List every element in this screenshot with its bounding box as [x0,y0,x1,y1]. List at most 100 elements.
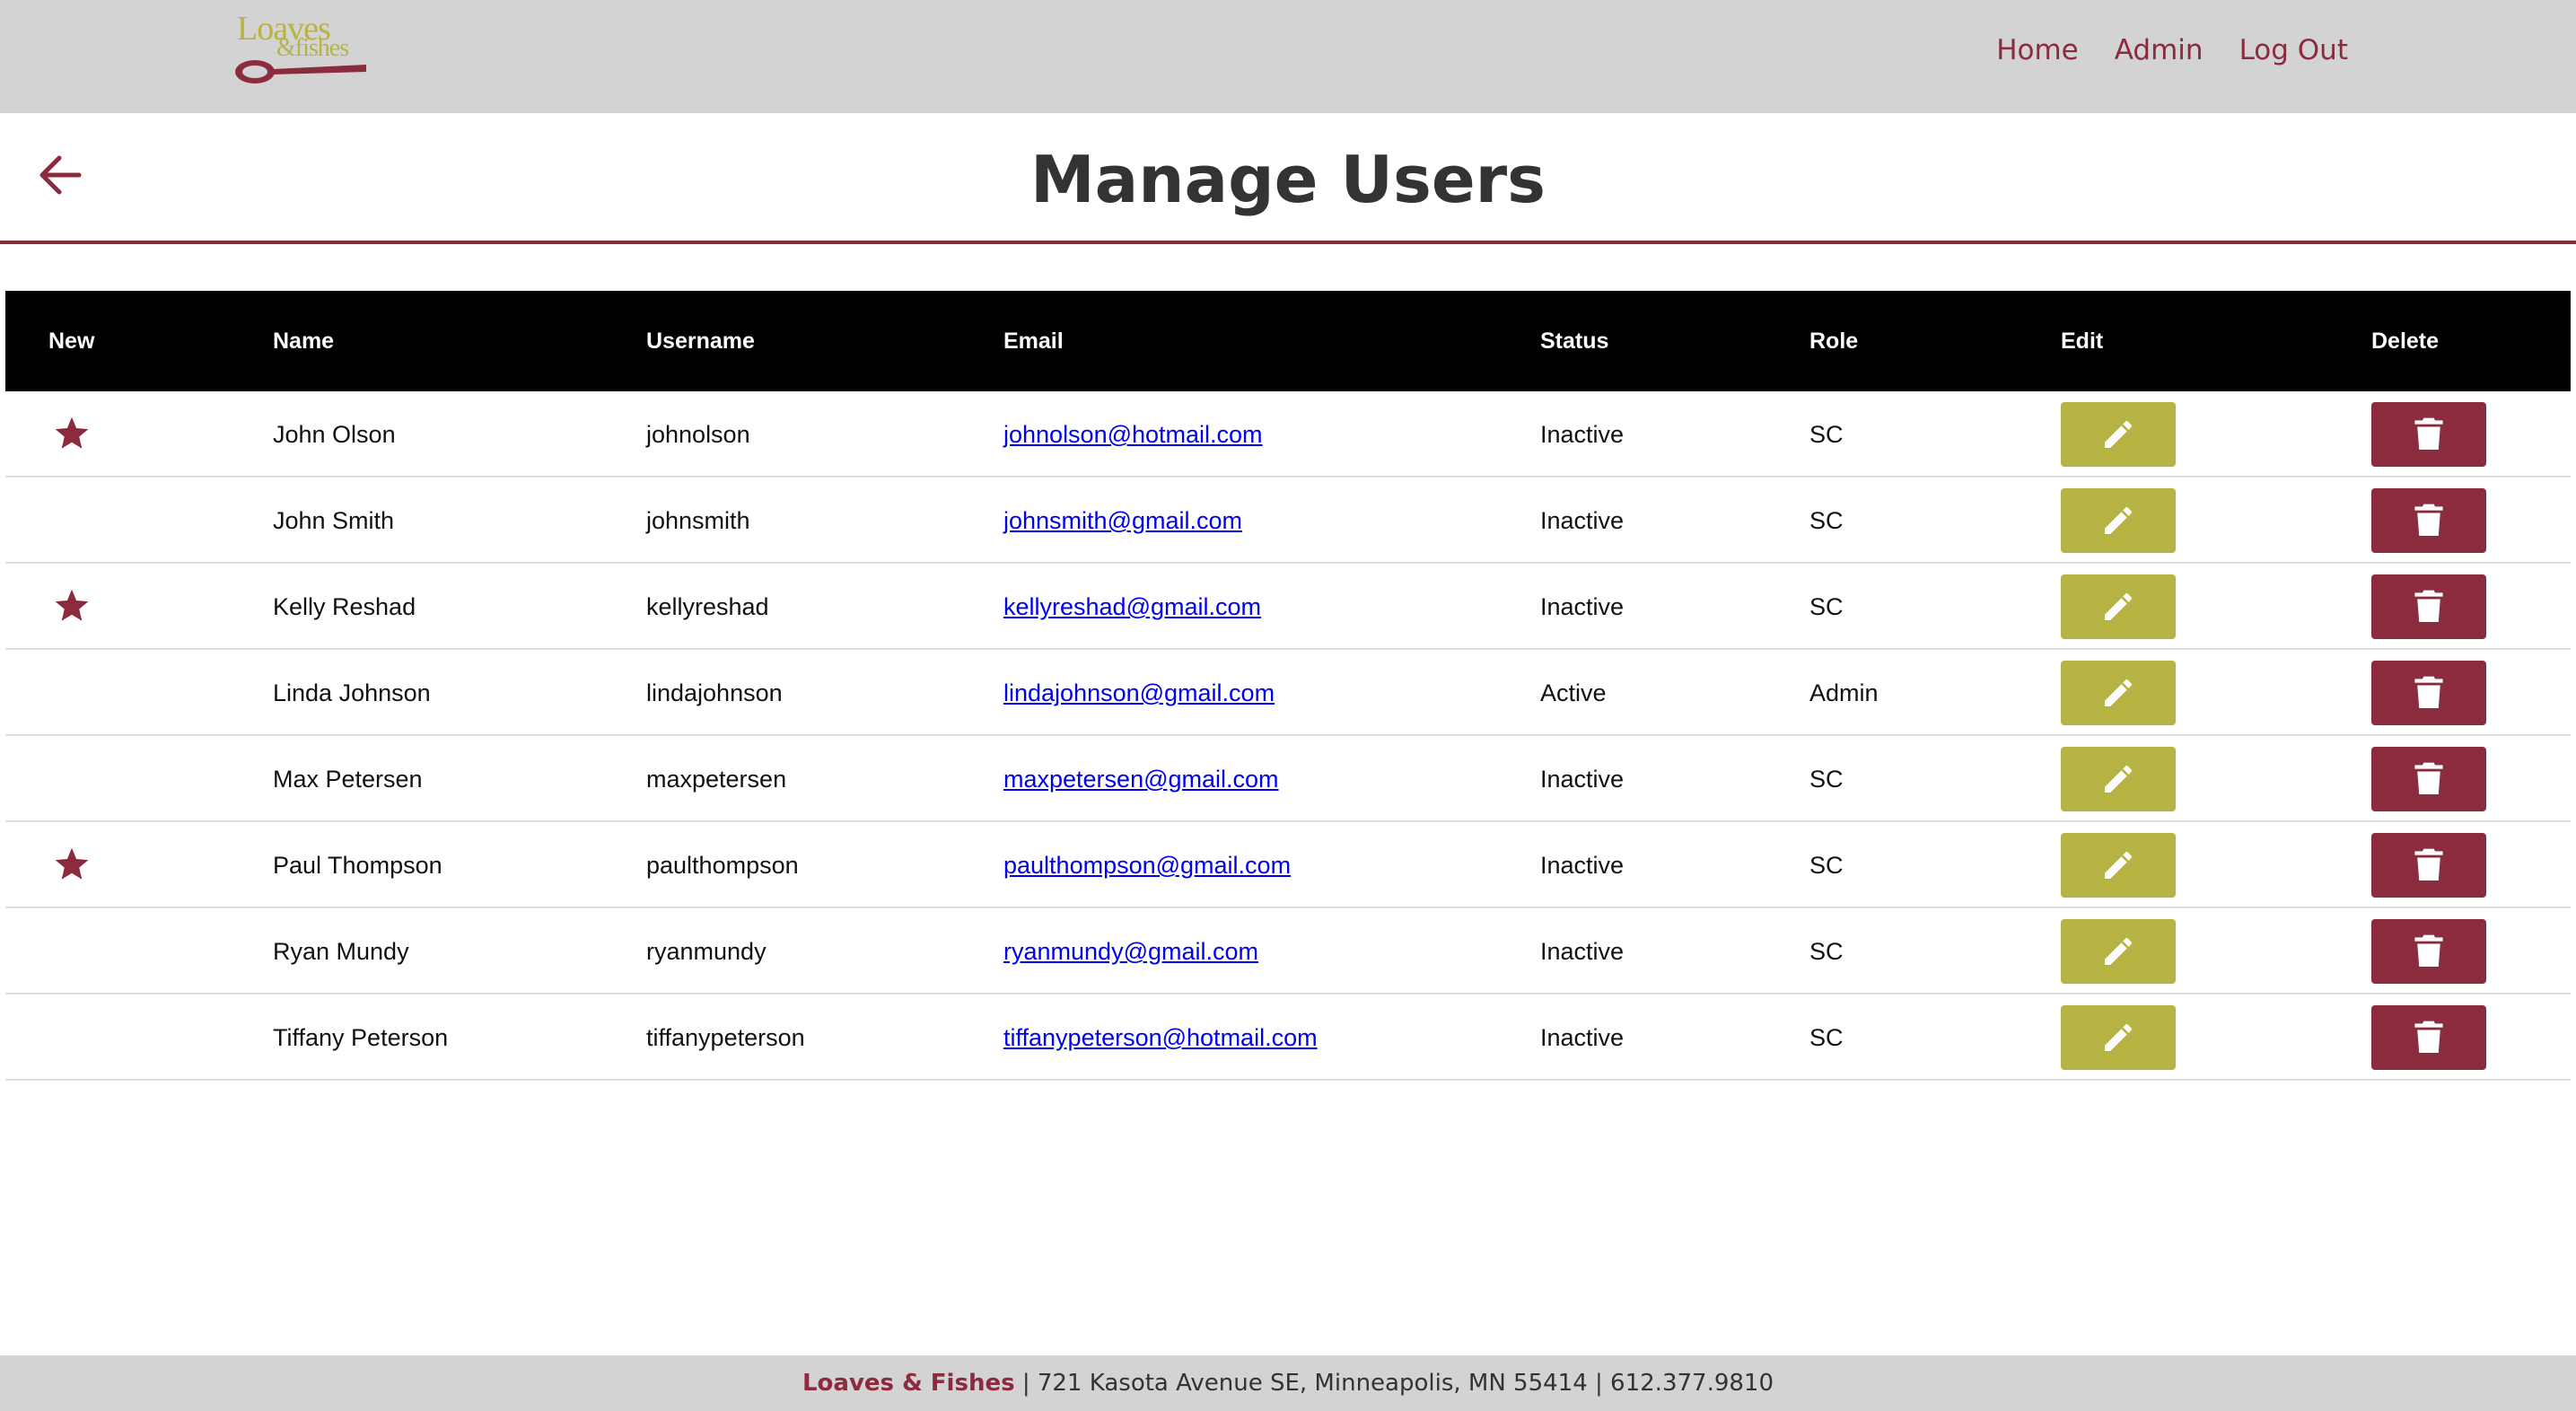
column-header-edit: Edit [2061,329,2104,354]
top-bar: Loaves &fishes Home Admin Log Out [0,0,2576,113]
column-header-status: Status [1540,329,1609,354]
cell-email: johnsmith@gmail.com [1003,478,1242,564]
trash-icon [2414,848,2443,881]
delete-button[interactable] [2371,402,2486,467]
delete-button[interactable] [2371,488,2486,553]
cell-role: SC [1809,507,1844,534]
table-row: John Smith johnsmith johnsmith@gmail.com… [5,478,2571,564]
cell-name: Kelly Reshad [273,593,416,620]
trash-icon [2414,762,2443,794]
column-header-username: Username [646,329,755,354]
table-row: Ryan Mundy ryanmundy ryanmundy@gmail.com… [5,908,2571,995]
cell-role: SC [1809,1024,1844,1051]
column-header-name: Name [273,329,335,354]
cell-role: SC [1809,938,1844,965]
cell-name: John Smith [273,507,395,534]
column-header-delete: Delete [2371,329,2440,354]
cell-status: Inactive [1540,852,1625,879]
trash-icon [2414,417,2443,450]
cell-username: kellyreshad [646,593,769,620]
email-link[interactable]: johnsmith@gmail.com [1003,507,1242,534]
edit-button[interactable] [2061,661,2176,725]
cell-username: ryanmundy [646,938,767,965]
cell-username: maxpetersen [646,766,787,793]
cell-email: maxpetersen@gmail.com [1003,736,1279,822]
footer-address: | 721 Kasota Avenue SE, Minneapolis, MN … [1014,1370,1774,1397]
delete-button[interactable] [2371,661,2486,725]
cell-name: John Olson [273,421,396,448]
delete-button[interactable] [2371,833,2486,898]
cell-username: tiffanypeterson [646,1024,805,1051]
cell-name: Ryan Mundy [273,938,409,965]
logo[interactable]: Loaves &fishes [232,12,375,84]
cell-status: Inactive [1540,421,1625,448]
email-link[interactable]: tiffanypeterson@hotmail.com [1003,1024,1318,1051]
cell-role: SC [1809,593,1844,620]
table-row: Max Petersen maxpetersen maxpetersen@gma… [5,736,2571,822]
cell-name: Linda Johnson [273,679,431,706]
footer: Loaves & Fishes | 721 Kasota Avenue SE, … [0,1355,2576,1411]
users-table: New Name Username Email Status Role Edit… [5,291,2571,1081]
cell-role: SC [1809,766,1844,793]
page-title: Manage Users [1030,142,1546,217]
edit-button[interactable] [2061,402,2176,467]
edit-button[interactable] [2061,1005,2176,1070]
cell-email: paulthompson@gmail.com [1003,822,1291,908]
star-icon [55,847,89,880]
edit-button[interactable] [2061,488,2176,553]
cell-email: johnolson@hotmail.com [1003,391,1263,478]
delete-button[interactable] [2371,919,2486,984]
pencil-icon [2105,1023,2133,1051]
nav-admin-link[interactable]: Admin [2115,34,2204,66]
email-link[interactable]: maxpetersen@gmail.com [1003,766,1279,793]
page: Loaves &fishes Home Admin Log Out Manage… [0,0,2576,1411]
cell-status: Inactive [1540,1024,1625,1051]
cell-role: SC [1809,852,1844,879]
nav-home-link[interactable]: Home [1996,34,2079,66]
cell-role: Admin [1809,679,1879,706]
email-link[interactable]: ryanmundy@gmail.com [1003,938,1258,965]
trash-icon [2414,504,2443,536]
email-link[interactable]: paulthompson@gmail.com [1003,852,1291,879]
trash-icon [2414,934,2443,967]
cell-status: Inactive [1540,766,1625,793]
pencil-icon [2105,765,2133,793]
cell-username: lindajohnson [646,679,783,706]
trash-icon [2414,590,2443,622]
pencil-icon [2105,506,2133,534]
cell-name: Paul Thompson [273,852,442,879]
email-link[interactable]: kellyreshad@gmail.com [1003,593,1261,620]
edit-button[interactable] [2061,574,2176,639]
edit-button[interactable] [2061,833,2176,898]
delete-button[interactable] [2371,747,2486,811]
table-row: Paul Thompson paulthompson paulthompson@… [5,822,2571,908]
delete-button[interactable] [2371,1005,2486,1070]
cell-email: kellyreshad@gmail.com [1003,564,1261,650]
cell-name: Max Petersen [273,766,423,793]
cell-email: lindajohnson@gmail.com [1003,650,1275,736]
table-row: Linda Johnson lindajohnson lindajohnson@… [5,650,2571,736]
email-link[interactable]: johnolson@hotmail.com [1003,421,1263,448]
star-icon [55,589,89,621]
column-header-new: New [48,329,95,354]
cell-username: paulthompson [646,852,799,879]
pencil-icon [2105,420,2133,448]
column-header-email: Email [1003,329,1064,354]
table-row: Kelly Reshad kellyreshad kellyreshad@gma… [5,564,2571,650]
whisk-spoon-icon [235,60,366,83]
column-header-role: Role [1809,329,1859,354]
edit-button[interactable] [2061,919,2176,984]
star-icon [55,416,89,449]
cell-username: johnsmith [646,507,750,534]
nav-logout-link[interactable]: Log Out [2239,34,2348,66]
pencil-icon [2105,679,2133,706]
cell-email: ryanmundy@gmail.com [1003,908,1258,995]
table-row: John Olson johnolson johnolson@hotmail.c… [5,391,2571,478]
cell-status: Inactive [1540,593,1625,620]
cell-username: johnolson [646,421,750,448]
edit-button[interactable] [2061,747,2176,811]
main-nav: Home Admin Log Out [1996,34,2348,66]
email-link[interactable]: lindajohnson@gmail.com [1003,679,1275,706]
delete-button[interactable] [2371,574,2486,639]
trash-icon [2414,1021,2443,1053]
